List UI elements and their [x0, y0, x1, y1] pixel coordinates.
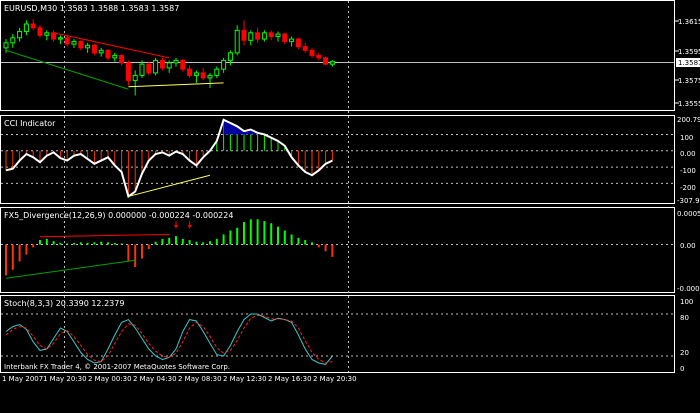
cci-axis-label: -100	[680, 167, 696, 175]
time-axis-label: 2 May 20:30	[313, 375, 357, 383]
chart-background	[0, 0, 700, 413]
cci-axis-label: -200	[680, 184, 696, 192]
candle-body	[78, 41, 84, 49]
fx5-panel-title: FX5_Divergence(12,26,9) 0.000000 -0.0002…	[4, 211, 233, 220]
candle-body	[51, 32, 57, 40]
candle-body	[64, 37, 70, 45]
time-axis-label: 2 May 08:30	[178, 375, 222, 383]
candle-body	[37, 27, 43, 36]
candle-body	[227, 52, 233, 61]
candle-body	[166, 62, 172, 69]
time-axis-label: 1 May 20:30	[43, 375, 87, 383]
candle-body	[23, 23, 29, 33]
stoch-axis-label: 100	[680, 298, 693, 306]
cci-axis-label: 0.00	[680, 150, 696, 158]
candle-body	[248, 32, 254, 41]
time-axis-label: 2 May 04:30	[133, 375, 177, 383]
price-axis-label: 1.3595	[678, 48, 700, 56]
cci-axis-label: 200.7964	[677, 116, 700, 124]
candle-body	[200, 72, 206, 79]
candle-body	[173, 59, 179, 64]
trading-chart[interactable]: EURUSD,M30 1.3583 1.3588 1.3583 1.3587 C…	[0, 0, 700, 413]
candle-body	[125, 62, 131, 81]
watermark: Interbank FX Trader 4, © 2001-2007 MetaQ…	[4, 363, 230, 371]
candle-body	[10, 37, 16, 44]
candle-body	[261, 32, 267, 40]
candle-body	[268, 32, 274, 38]
candle-body	[255, 32, 261, 40]
price-axis-label: 1.3555	[678, 100, 700, 108]
candle-body	[187, 68, 193, 76]
candle-body	[309, 49, 315, 56]
candle-body	[316, 54, 322, 59]
stoch-axis-label: 20	[680, 349, 689, 357]
time-axis-label: 2 May 16:30	[268, 375, 312, 383]
fx5-axis-label: 0.00	[680, 242, 696, 250]
candle-body	[214, 68, 220, 76]
time-axis-label: 2 May 00:30	[88, 375, 132, 383]
time-axis: 1 May 2007 1 May 20:30 2 May 00:30 2 May…	[2, 375, 357, 383]
candle-body	[275, 33, 281, 38]
candle-body	[132, 74, 138, 81]
candle-body	[30, 23, 36, 29]
candle-body	[71, 41, 77, 45]
candle-body	[295, 38, 301, 48]
price-axis-label: 1.3575	[678, 77, 700, 85]
candle-body	[153, 59, 159, 74]
current-price-label: 1.3587	[678, 59, 700, 67]
candle-body	[323, 57, 329, 65]
time-axis-label: 1 May 2007	[2, 375, 43, 383]
candle-body	[302, 46, 308, 51]
candle-body	[85, 44, 91, 49]
candle-body	[105, 49, 111, 59]
candle-body	[329, 61, 335, 65]
candle-body	[180, 59, 186, 70]
candle-body	[159, 59, 165, 69]
fx5-axis-label: -0.00081	[677, 285, 700, 293]
candle-body	[17, 31, 23, 39]
candle-body	[44, 32, 50, 36]
fx5-axis-label: 0.00058	[677, 210, 700, 218]
candle-body	[193, 72, 199, 76]
candle-body	[207, 74, 213, 79]
price-axis-label: 1.3615	[678, 18, 700, 26]
cci-axis-label: 100	[680, 134, 693, 142]
cci-axis-label: -307.926	[677, 197, 700, 205]
candle-body	[146, 63, 152, 74]
stoch-axis-label: 0	[680, 365, 684, 373]
candle-body	[221, 59, 227, 70]
candle-body	[112, 54, 118, 59]
stoch-axis-label: 80	[680, 314, 689, 322]
candle-body	[91, 44, 97, 54]
time-axis-label: 2 May 12:30	[223, 375, 267, 383]
candle-body	[57, 37, 63, 40]
candle-body	[119, 54, 125, 64]
price-panel-title: EURUSD,M30 1.3583 1.3588 1.3583 1.3587	[4, 4, 179, 13]
candle-body	[241, 29, 247, 41]
cci-panel-title: CCI Indicator	[4, 119, 56, 128]
candle-body	[282, 33, 288, 43]
candle-body	[139, 63, 145, 76]
candle-body	[289, 38, 295, 43]
candle-body	[234, 29, 240, 54]
stoch-panel-title: Stoch(8,3,3) 20.3390 12.2379	[4, 299, 124, 308]
candle-body	[3, 42, 9, 49]
candle-body	[98, 49, 104, 54]
